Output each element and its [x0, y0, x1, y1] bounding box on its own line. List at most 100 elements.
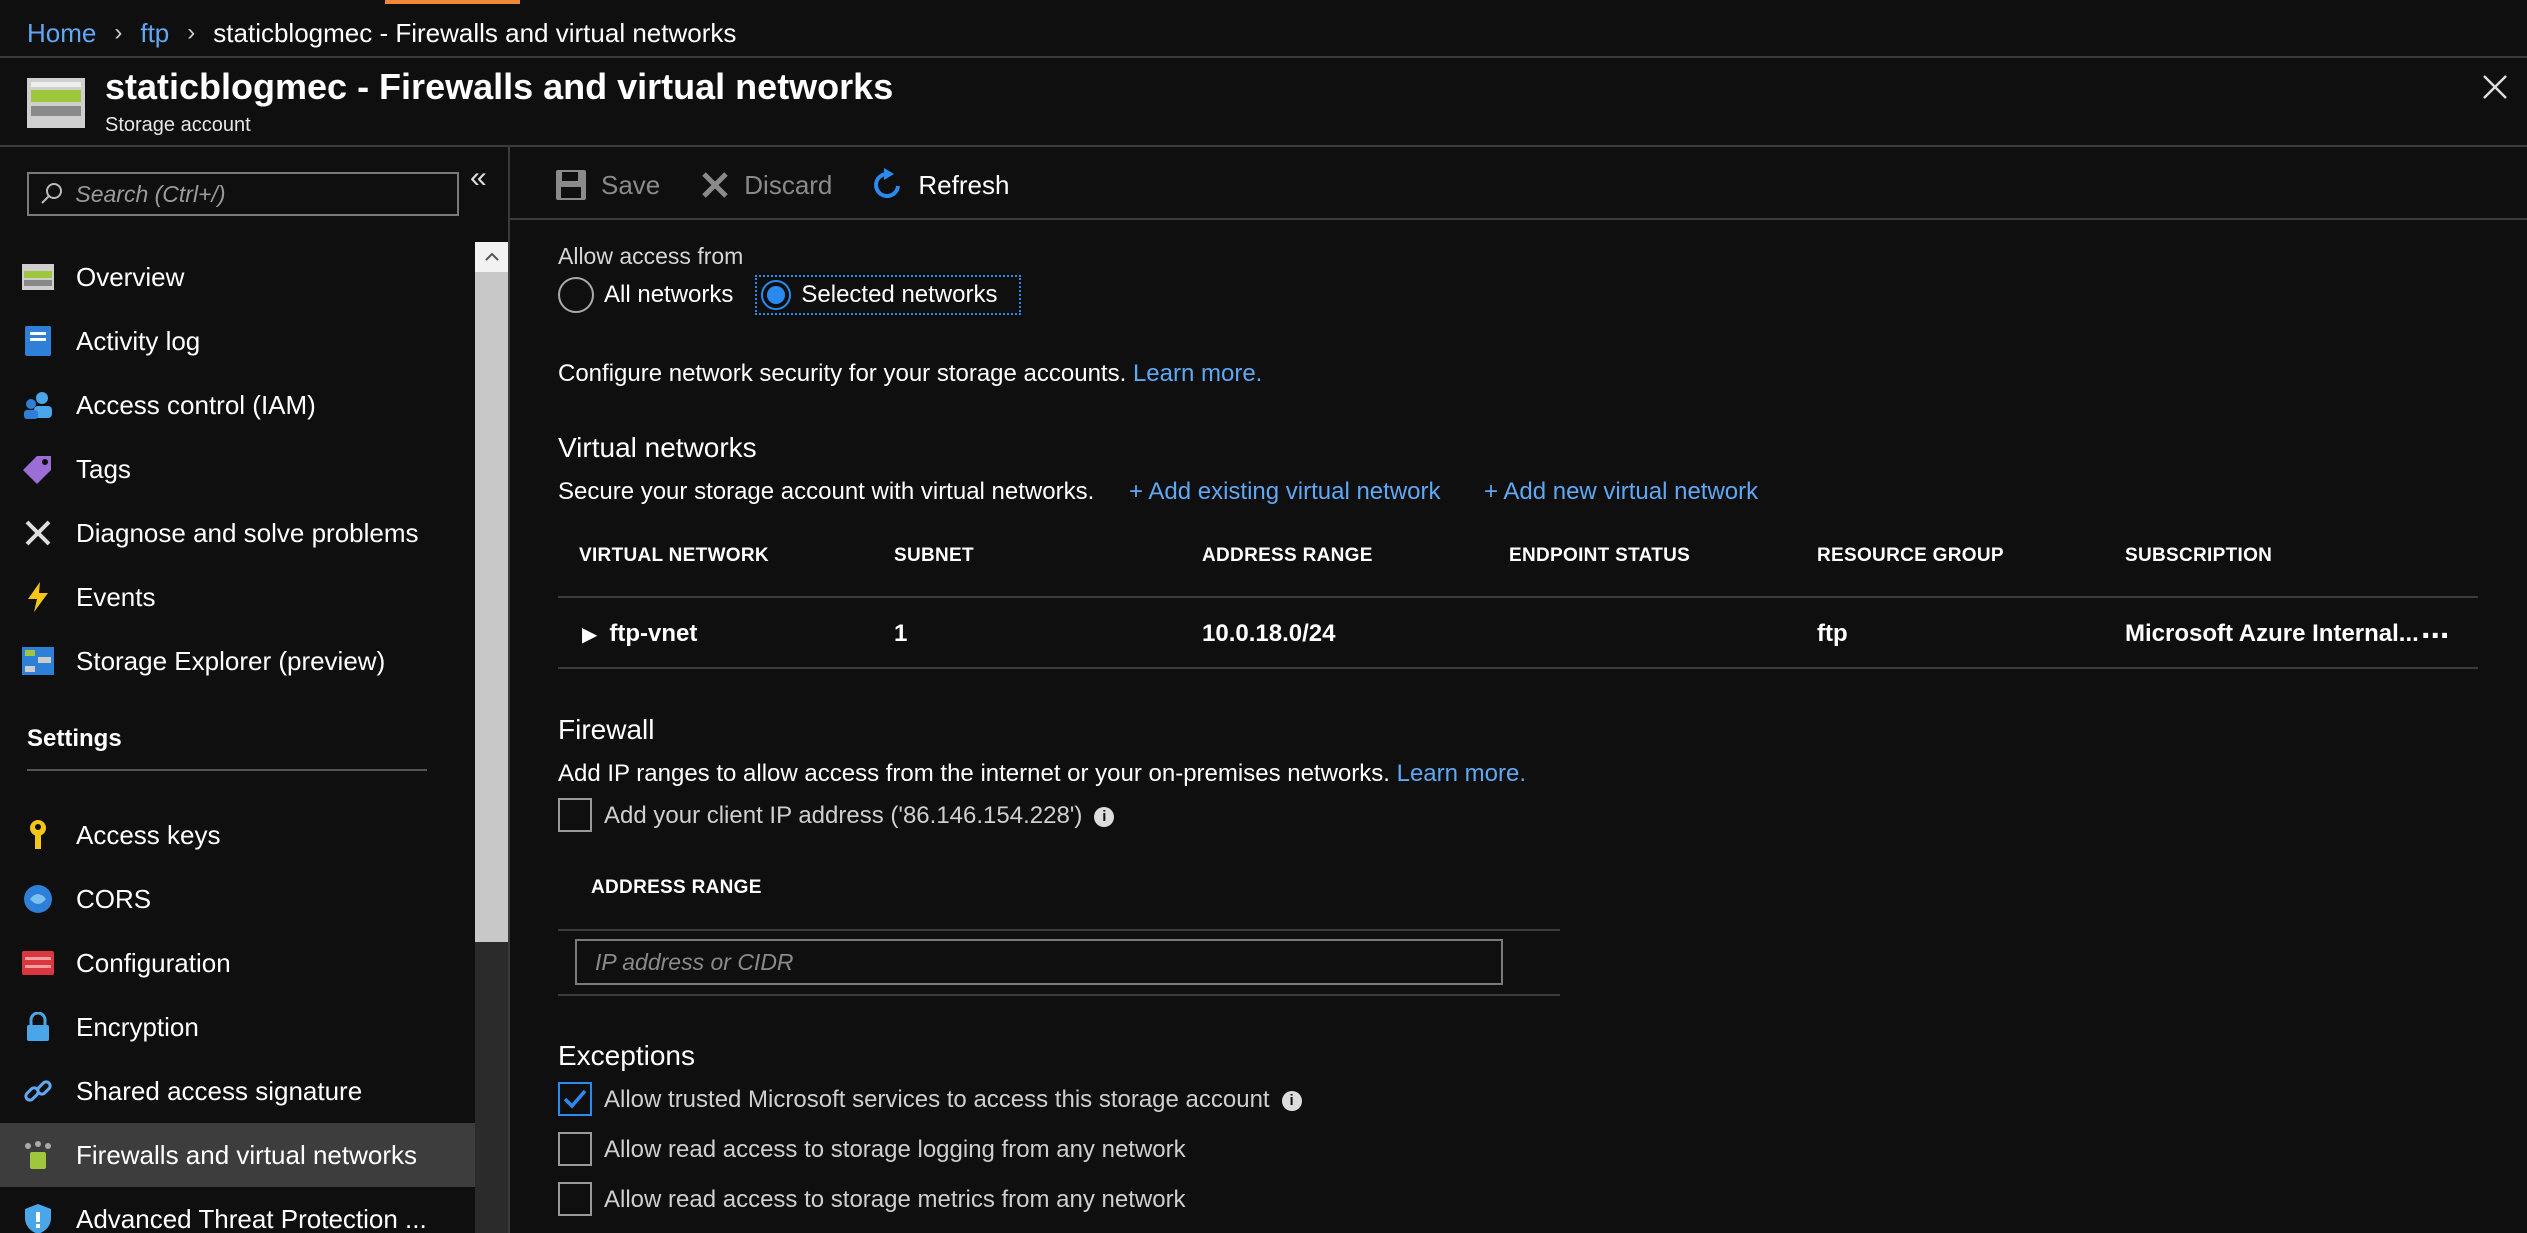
search-icon [29, 181, 75, 207]
col-resource-group: RESOURCE GROUP [1817, 545, 2004, 566]
cell-subnet: 1 [894, 620, 908, 647]
radio-dot [767, 286, 786, 304]
sidebar-item-encryption[interactable]: Encryption [0, 995, 475, 1059]
search-box [27, 172, 459, 216]
divider [558, 667, 2478, 669]
info-icon[interactable]: i [1281, 1090, 1302, 1111]
sidebar-item-overview[interactable]: Overview [0, 245, 475, 309]
wrench-icon [0, 518, 76, 548]
chevron-right-icon: › [114, 19, 123, 46]
vnets-description: Secure your storage account with virtual… [558, 478, 1095, 505]
col-endpoint-status: ENDPOINT STATUS [1509, 545, 1691, 566]
add-new-vnet-link[interactable]: + Add new virtual network [1484, 478, 1758, 506]
refresh-label: Refresh [918, 169, 1010, 200]
top-accent-bar [385, 0, 520, 4]
lock-icon [0, 1012, 76, 1042]
sidebar-item-firewalls[interactable]: Firewalls and virtual networks [0, 1123, 475, 1187]
checkbox-label: Add your client IP address ('86.146.154.… [604, 802, 1083, 829]
info-icon[interactable]: i [1094, 806, 1115, 827]
add-existing-vnet-link[interactable]: + Add existing virtual network [1129, 478, 1441, 506]
col-address-range: ADDRESS RANGE [1202, 545, 1373, 566]
sidebar-item-access-keys[interactable]: Access keys [0, 803, 475, 867]
users-icon [0, 391, 76, 419]
sidebar-item-label: Encryption [76, 1011, 199, 1042]
sidebar-item-events[interactable]: Events [0, 565, 475, 629]
firewall-description: Add IP ranges to allow access from the i… [558, 760, 1526, 788]
trusted-services-label: Allow trusted Microsoft services to acce… [604, 1086, 1302, 1114]
sidebar-item-activity-log[interactable]: Activity log [0, 309, 475, 373]
cell-network: ftp-vnet [609, 620, 698, 647]
collapse-sidebar-icon[interactable]: « [470, 161, 487, 195]
sidebar-item-label: Access keys [76, 819, 221, 850]
expand-row[interactable]: ▶ ftp-vnet [582, 620, 697, 648]
divider [508, 147, 510, 1233]
sidebar-item-label: Tags [76, 453, 131, 484]
trusted-services-checkbox[interactable] [558, 1082, 592, 1116]
divider [558, 994, 1560, 996]
col-virtual-network: VIRTUAL NETWORK [579, 545, 769, 566]
allow-access-label: Allow access from [558, 243, 744, 269]
sidebar-item-configuration[interactable]: Configuration [0, 931, 475, 995]
learn-more-link[interactable]: Learn more. [1133, 360, 1262, 387]
sidebar-item-storage-explorer[interactable]: Storage Explorer (preview) [0, 629, 475, 693]
storage-account-icon [27, 78, 85, 128]
all-networks-radio[interactable]: All networks [558, 277, 733, 313]
discard-button[interactable]: Discard [700, 170, 832, 201]
ip-address-input[interactable] [595, 941, 1501, 983]
sidebar-item-label: Diagnose and solve problems [76, 517, 419, 548]
description-text: Add IP ranges to allow access from the i… [558, 760, 1390, 787]
cell-resource-group: ftp [1817, 620, 1848, 647]
discard-label: Discard [744, 169, 833, 200]
sidebar-item-diagnose[interactable]: Diagnose and solve problems [0, 501, 475, 565]
lightning-icon [0, 582, 76, 612]
refresh-button[interactable]: Refresh [872, 168, 1009, 202]
save-button[interactable]: Save [555, 169, 660, 201]
more-options-icon[interactable]: ... [2421, 608, 2449, 647]
divider [558, 929, 1560, 931]
page-title: staticblogmec - Firewalls and virtual ne… [105, 66, 894, 107]
caret-right-icon[interactable]: ▶ [582, 624, 597, 646]
config-icon [0, 951, 76, 975]
storage-logging-checkbox[interactable] [558, 1132, 592, 1166]
storage-logging-label: Allow read access to storage logging fro… [604, 1136, 1186, 1163]
storage-metrics-checkbox[interactable] [558, 1182, 592, 1216]
shield-icon [0, 1203, 76, 1233]
breadcrumb-home[interactable]: Home [27, 18, 96, 49]
firewall-icon [0, 1140, 76, 1170]
sidebar-item-access-control[interactable]: Access control (IAM) [0, 373, 475, 437]
divider [510, 218, 2527, 220]
exceptions-heading: Exceptions [558, 1040, 695, 1071]
divider [0, 56, 2527, 58]
storage-metrics-label: Allow read access to storage metrics fro… [604, 1186, 1186, 1213]
sidebar-item-label: Access control (IAM) [76, 389, 316, 420]
chevron-right-icon: › [187, 19, 196, 46]
col-subscription: SUBSCRIPTION [2125, 545, 2273, 566]
sidebar-item-label: CORS [76, 883, 152, 914]
radio-circle [761, 280, 792, 310]
learn-more-link[interactable]: Learn more. [1397, 760, 1526, 787]
sidebar-item-tags[interactable]: Tags [0, 437, 475, 501]
selected-networks-radio[interactable]: Selected networks [755, 275, 1022, 315]
save-label: Save [601, 169, 661, 200]
scrollbar-thumb[interactable] [475, 272, 508, 942]
sidebar-scrollbar[interactable] [475, 242, 508, 1233]
scroll-up-icon[interactable] [475, 242, 508, 272]
client-ip-checkbox[interactable] [558, 798, 592, 832]
search-input[interactable] [75, 180, 457, 208]
breadcrumb-ftp[interactable]: ftp [140, 18, 169, 49]
sidebar-item-shared-access-signature[interactable]: Shared access signature [0, 1059, 475, 1123]
divider [558, 596, 2478, 598]
toolbar: Save Discard Refresh [555, 160, 1049, 210]
sidebar-item-label: Activity log [76, 325, 201, 356]
sidebar-item-threat-protection[interactable]: Advanced Threat Protection ... [0, 1187, 475, 1233]
save-icon [555, 169, 587, 201]
close-icon[interactable] [2478, 70, 2512, 104]
checkmark-icon [563, 1089, 587, 1109]
firewall-heading: Firewall [558, 714, 655, 745]
sidebar-item-cors[interactable]: CORS [0, 867, 475, 931]
log-icon [0, 326, 76, 356]
sidebar-item-label: Advanced Threat Protection ... [76, 1203, 427, 1233]
divider [27, 769, 427, 771]
description-text: Configure network security for your stor… [558, 360, 1127, 387]
sidebar-item-label: Storage Explorer (preview) [76, 645, 386, 676]
